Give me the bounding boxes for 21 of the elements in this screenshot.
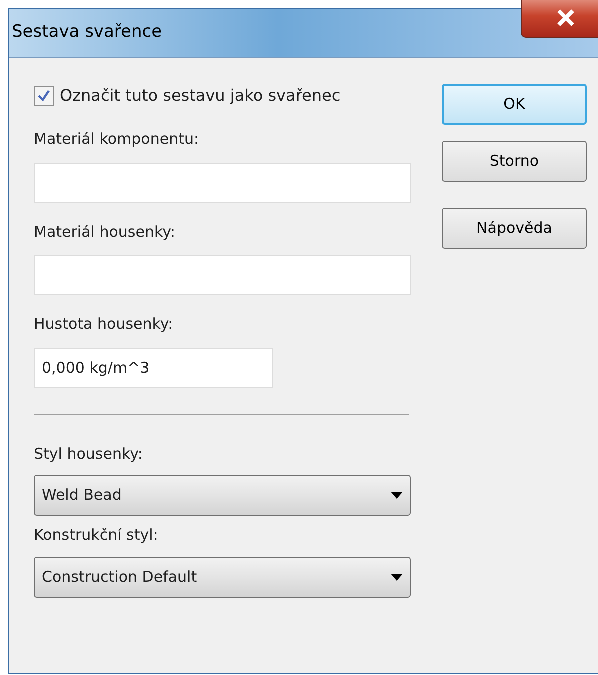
dialog-button[interactable]: Nápověda bbox=[442, 208, 587, 249]
dropdown[interactable]: Construction Default bbox=[34, 556, 411, 598]
text-field[interactable] bbox=[34, 162, 411, 202]
checkbox[interactable] bbox=[34, 86, 54, 106]
window-title: Sestava svařence bbox=[12, 21, 162, 44]
text-field[interactable] bbox=[34, 255, 411, 295]
caret-icon bbox=[391, 574, 403, 580]
field-label: Materiál komponentu: bbox=[34, 129, 200, 150]
field-label: Hustota housenky: bbox=[34, 314, 174, 335]
field-label: Konstrukční styl: bbox=[34, 525, 160, 546]
checkbox-label: Označit tuto sestavu jako svařenec bbox=[60, 85, 341, 107]
dropdown[interactable]: Weld Bead bbox=[34, 475, 411, 516]
dialog-button[interactable]: Storno bbox=[442, 141, 587, 182]
checkmark-icon bbox=[37, 89, 51, 103]
field-label: Styl housenky: bbox=[34, 444, 144, 464]
caret-icon bbox=[391, 492, 403, 499]
dialog-button[interactable]: OK bbox=[442, 84, 587, 125]
close-icon bbox=[556, 9, 576, 27]
close-button[interactable] bbox=[521, 0, 598, 38]
field-label: Materiál housenky: bbox=[34, 222, 176, 242]
text-field[interactable]: 0,000 kg/m^3 bbox=[34, 348, 273, 388]
